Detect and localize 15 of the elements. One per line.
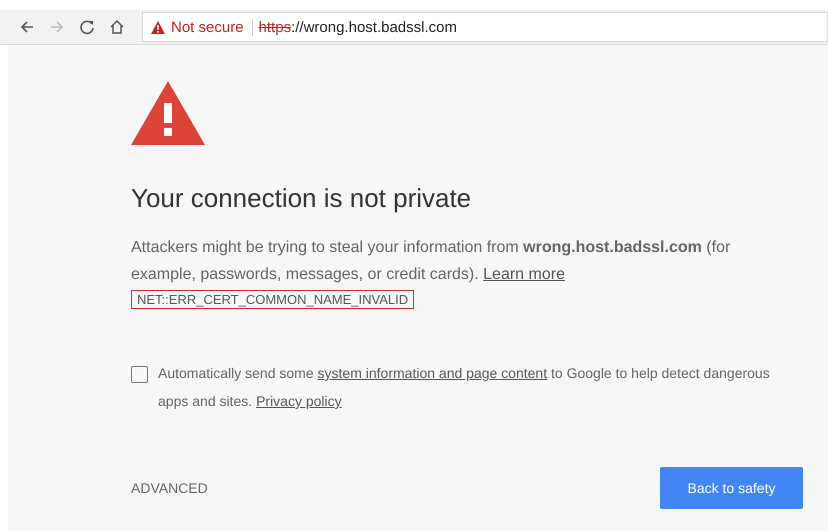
warning-icon: [131, 81, 205, 145]
checkbox[interactable]: [131, 366, 148, 383]
address-bar[interactable]: Not secure https://wrong.host.badssl.com: [142, 12, 828, 42]
report-text: Automatically send some system information and page content to Google to help detect dangerous apps and sites. Privacy policy: [158, 364, 771, 411]
privacy-policy-link[interactable]: Privacy policy: [256, 393, 342, 409]
warning-icon: [151, 20, 165, 34]
back-to-safety-button[interactable]: Back to safety: [660, 467, 803, 509]
learn-more-link[interactable]: Learn more: [483, 266, 565, 283]
url-text: https://wrong.host.badssl.com: [258, 18, 457, 36]
warning-message: Attackers might be trying to steal your information from wrong.host.badssl.com (for example, passwords, messages, or credit cards). Learn more: [131, 238, 732, 285]
page-title: Your connection is not private: [131, 183, 472, 214]
system-info-link[interactable]: system information and page content: [318, 365, 548, 381]
error-code: NET::ERR_CERT_COMMON_NAME_INVALID: [131, 290, 414, 309]
advanced-button[interactable]: ADVANCED: [131, 480, 208, 496]
security-label: Not secure: [171, 18, 244, 36]
